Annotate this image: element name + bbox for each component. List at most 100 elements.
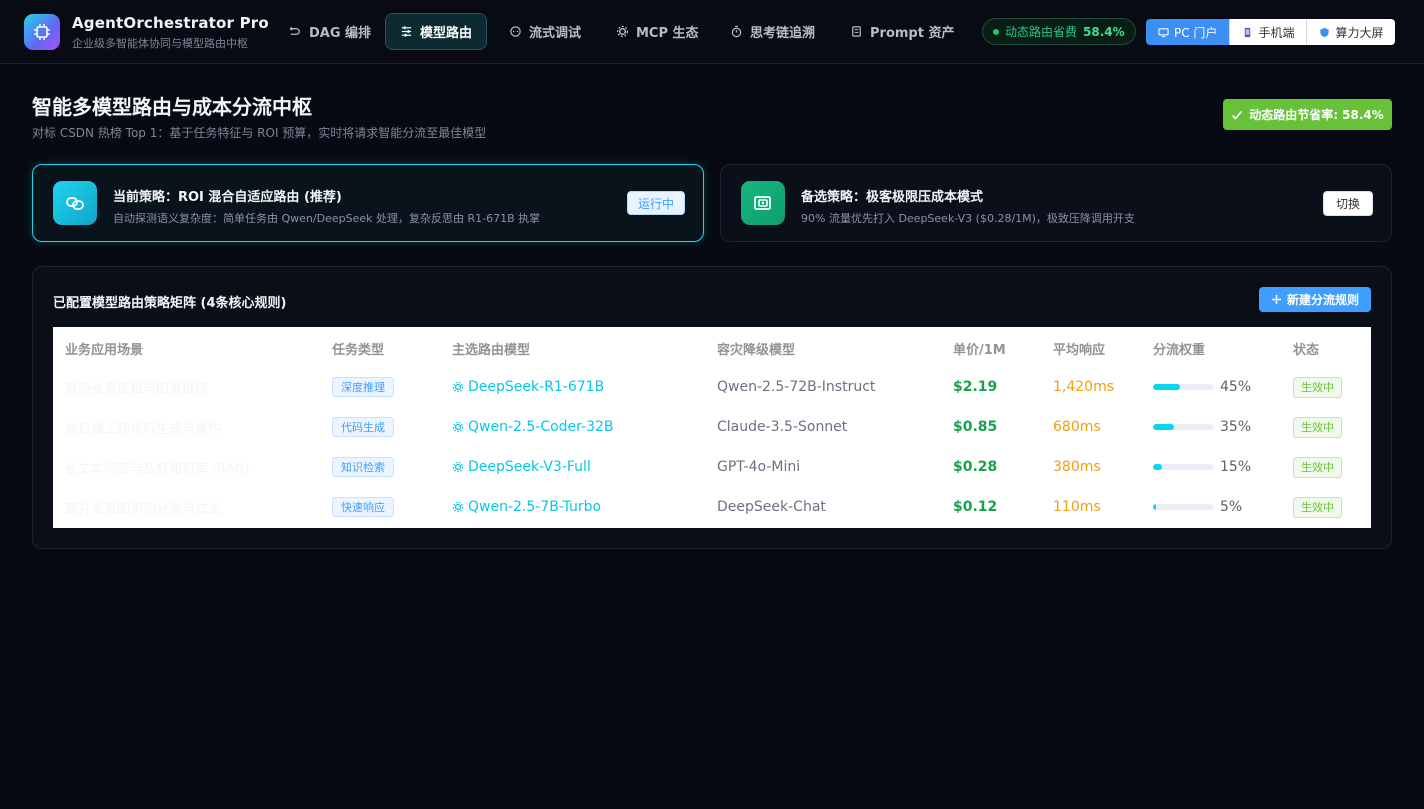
col-weight[interactable]: 分流权重 — [1153, 339, 1205, 358]
current-strategy-card[interactable]: 当前策略：ROI 混合自适应路由 (推荐) 自动探测语义复杂度：简单任务由 Qw… — [32, 164, 704, 242]
app-subtitle: 企业级多智能体协同与模型路由中枢 — [72, 37, 248, 50]
task-type-tag: 快速响应 — [332, 497, 394, 517]
nav-model-routing-label: 模型路由 — [420, 26, 473, 41]
view-switch: PC 门户 手机端 算力大屏 — [1146, 19, 1396, 45]
primary-model-cell[interactable]: DeepSeek-V3-Full — [452, 447, 591, 487]
table-row[interactable]: 高并发意图识别分类与过滤 快速响应 Qwen-2.5-7B-Turbo Deep… — [53, 487, 1371, 527]
weight-cell: 35% — [1153, 407, 1251, 447]
nav-mcp[interactable]: MCP 生态 — [601, 13, 714, 50]
task-type-tag: 知识检索 — [332, 457, 394, 477]
matrix-title: 已配置模型路由策略矩阵 (4条核心规则) — [53, 296, 287, 311]
col-scene[interactable]: 业务应用场景 — [65, 339, 143, 358]
alt-strategy-card[interactable]: 备选策略：极客极限压成本模式 90% 流量优先打入 DeepSeek-V3 ($… — [720, 164, 1392, 242]
weight-cell: 45% — [1153, 367, 1251, 407]
weight-progress-fill — [1153, 384, 1181, 390]
col-primary-model[interactable]: 主选路由模型 — [452, 339, 530, 358]
col-fallback-model[interactable]: 容灾降级模型 — [717, 339, 795, 358]
primary-model-cell[interactable]: DeepSeek-R1-671B — [452, 367, 604, 407]
weight-progress-fill — [1153, 424, 1175, 430]
saving-rate-label: 动态路由节省率: 58.4% — [1249, 108, 1384, 122]
dag-icon — [289, 27, 300, 35]
view-bigscreen-label: 算力大屏 — [1335, 25, 1384, 40]
live-dot-icon — [993, 28, 999, 35]
link-icon — [53, 181, 97, 225]
chat-icon — [510, 26, 521, 37]
latency-cell: 110ms — [1053, 499, 1101, 515]
weight-value: 15% — [1220, 459, 1252, 475]
scene-cell: 复杂业务逻辑与因果推理 — [65, 381, 209, 397]
primary-model-name: Qwen-2.5-Coder-32B — [468, 419, 614, 435]
current-strategy-title: 当前策略：ROI 混合自适应路由 (推荐) — [113, 190, 342, 205]
view-mobile-label: 手机端 — [1258, 25, 1295, 40]
fallback-model-cell: Qwen-2.5-72B-Instruct — [717, 379, 876, 395]
latency-cell: 1,420ms — [1053, 379, 1115, 395]
view-pc-button[interactable]: PC 门户 — [1146, 19, 1230, 45]
status-badge: 生效中 — [1293, 456, 1342, 478]
primary-model-name: Qwen-2.5-7B-Turbo — [468, 499, 602, 515]
saving-rate-badge: 动态路由节省率: 58.4% — [1223, 99, 1392, 130]
weight-progress-bar — [1153, 424, 1214, 430]
page-title: 智能多模型路由与成本分流中枢 — [32, 95, 312, 119]
plus-icon — [1272, 295, 1281, 304]
saving-label: 动态路由省费 — [1005, 25, 1078, 39]
running-status-tag: 运行中 — [627, 191, 686, 215]
timer-icon — [731, 25, 742, 38]
nav-prompt-assets[interactable]: Prompt 资产 — [835, 13, 969, 50]
primary-model-cell[interactable]: Qwen-2.5-Coder-32B — [452, 407, 614, 447]
top-navbar: AgentOrchestrator Pro 企业级多智能体协同与模型路由中枢 D… — [0, 0, 1424, 64]
status-badge: 生效中 — [1293, 376, 1342, 398]
gear-icon — [452, 421, 464, 433]
gear-icon — [616, 25, 629, 38]
status-badge: 生效中 — [1293, 496, 1342, 518]
task-type-tag: 深度推理 — [332, 377, 394, 397]
phone-icon — [1245, 27, 1251, 37]
saving-indicator: 动态路由省费 58.4% — [982, 18, 1136, 45]
page-subtitle: 对标 CSDN 热榜 Top 1：基于任务特征与 ROI 预算，实时将请求智能分… — [32, 126, 487, 140]
view-mobile-button[interactable]: 手机端 — [1229, 19, 1307, 45]
weight-cell: 15% — [1153, 447, 1251, 487]
nav-model-routing[interactable]: 模型路由 — [385, 13, 488, 50]
document-icon — [852, 26, 861, 37]
switch-strategy-button[interactable]: 切换 — [1323, 191, 1374, 216]
gear-icon — [452, 381, 464, 393]
col-task-type[interactable]: 任务类型 — [332, 339, 384, 358]
table-row[interactable]: 长文本问答与私有知识库 (RAG) 知识检索 DeepSeek-V3-Full … — [53, 447, 1371, 487]
weight-cell: 5% — [1153, 487, 1242, 527]
col-latency[interactable]: 平均响应 — [1053, 339, 1105, 358]
saving-value: 58.4% — [1083, 24, 1125, 39]
routing-matrix-panel: 已配置模型路由策略矩阵 (4条核心规则) 新建分流规则 业务应用场景 任务类型 … — [32, 266, 1392, 549]
scene-cell: 前后端工程代码生成与重构 — [65, 421, 222, 437]
fallback-model-cell: GPT-4o-Mini — [717, 459, 801, 475]
weight-progress-fill — [1153, 504, 1157, 510]
table-row[interactable]: 前后端工程代码生成与重构 代码生成 Qwen-2.5-Coder-32B Cla… — [53, 407, 1371, 447]
weight-progress-bar — [1153, 504, 1214, 510]
table-row[interactable]: 复杂业务逻辑与因果推理 深度推理 DeepSeek-R1-671B Qwen-2… — [53, 367, 1371, 407]
scene-cell: 高并发意图识别分类与过滤 — [65, 501, 222, 517]
primary-model-cell[interactable]: Qwen-2.5-7B-Turbo — [452, 487, 601, 527]
nav-prompt-assets-label: Prompt 资产 — [870, 26, 955, 41]
col-status[interactable]: 状态 — [1293, 339, 1319, 358]
routing-table: 业务应用场景 任务类型 主选路由模型 容灾降级模型 单价/1M 平均响应 分流权… — [53, 327, 1371, 528]
price-cell: $0.28 — [953, 459, 998, 475]
alt-strategy-desc: 90% 流量优先打入 DeepSeek-V3 ($0.28/1M)，极致压降调用… — [801, 212, 1135, 225]
app-name: AgentOrchestrator Pro — [72, 14, 269, 32]
view-pc-label: PC 门户 — [1174, 25, 1218, 40]
fallback-model-cell: DeepSeek-Chat — [717, 499, 826, 515]
col-price[interactable]: 单价/1M — [953, 339, 1006, 358]
nav-stream-debug[interactable]: 流式调试 — [494, 13, 596, 50]
view-bigscreen-button[interactable]: 算力大屏 — [1306, 19, 1396, 45]
weight-value: 35% — [1220, 419, 1252, 435]
new-rule-button[interactable]: 新建分流规则 — [1259, 287, 1372, 312]
task-type-tag: 代码生成 — [332, 417, 394, 437]
nav-dag[interactable]: DAG 编排 — [274, 13, 386, 50]
fallback-model-cell: Claude-3.5-Sonnet — [717, 419, 848, 435]
price-cell: $0.12 — [953, 499, 998, 515]
alt-strategy-title: 备选策略：极客极限压成本模式 — [801, 190, 984, 205]
nav-stream-debug-label: 流式调试 — [529, 26, 582, 41]
weight-value: 45% — [1220, 379, 1252, 395]
primary-model-name: DeepSeek-R1-671B — [468, 379, 605, 395]
weight-progress-bar — [1153, 384, 1214, 390]
nav-thought-trace[interactable]: 思考链追溯 — [715, 13, 830, 50]
app-logo[interactable] — [24, 14, 60, 50]
weight-progress-bar — [1153, 464, 1214, 470]
